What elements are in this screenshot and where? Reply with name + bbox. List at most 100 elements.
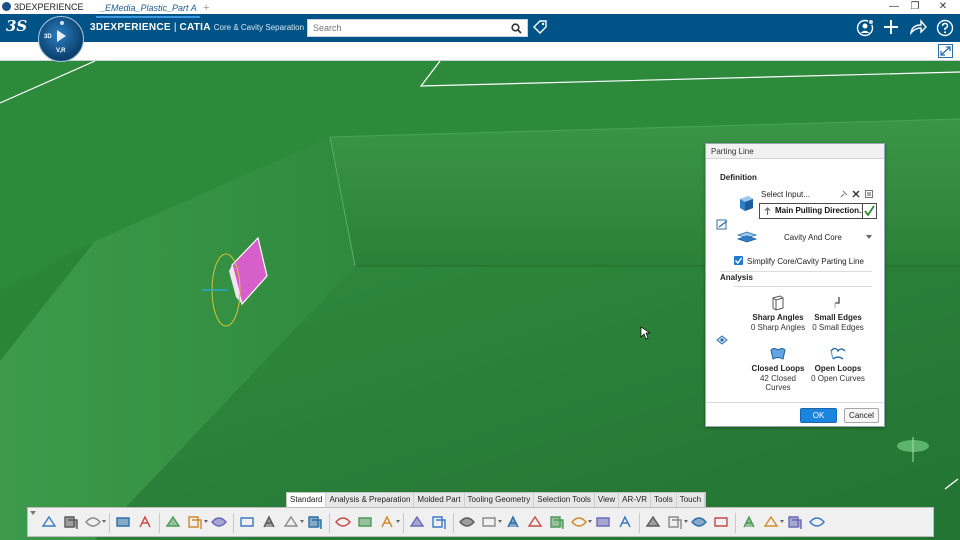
tag-icon[interactable] (532, 19, 548, 35)
input-cube-icon[interactable] (736, 193, 756, 213)
clear-icon[interactable] (852, 190, 860, 198)
open-loops-value: 0 Open Curves (811, 374, 865, 383)
tab-emedia-plastic-part[interactable]: _EMedia_Plastic_Part A (96, 0, 200, 18)
open-loops-title: Open Loops (814, 364, 862, 373)
search-icon[interactable] (511, 23, 522, 34)
search-box[interactable] (307, 19, 528, 37)
dropdown-caret-icon[interactable] (684, 520, 688, 523)
publish-icon[interactable] (786, 514, 804, 530)
cancel-button[interactable]: Cancel (844, 408, 879, 423)
tab-tooling-geometry[interactable]: Tooling Geometry (465, 493, 535, 507)
app-logo-icon (2, 2, 11, 11)
cut-icon[interactable] (40, 514, 58, 530)
chevron-down-icon[interactable] (866, 235, 872, 240)
surface-icon[interactable] (408, 514, 426, 530)
tag-icon[interactable] (712, 514, 730, 530)
pulling-direction-icon[interactable] (334, 514, 352, 530)
tab-tools[interactable]: Tools (651, 493, 677, 507)
shading-icon[interactable] (282, 514, 300, 530)
simplify-label[interactable]: Simplify Core/Cavity Parting Line (747, 257, 864, 266)
input-value: Main Pulling Direction.1 (775, 206, 866, 215)
update-icon[interactable] (136, 514, 154, 530)
join-icon[interactable] (526, 514, 544, 530)
dropdown-caret-icon[interactable] (498, 520, 502, 523)
copy-icon[interactable] (62, 514, 80, 530)
small-edges-item[interactable]: Small Edges 0 Small Edges (808, 294, 868, 332)
closed-loops-item[interactable]: Closed Loops 42 Closed Curves (748, 345, 808, 392)
split-icon[interactable] (480, 514, 498, 530)
help-icon[interactable] (936, 19, 954, 37)
expand-icon (940, 46, 951, 56)
undo-icon[interactable] (114, 514, 132, 530)
tab-standard[interactable]: Standard (287, 493, 327, 507)
maximize-button[interactable]: ❐ (903, 0, 927, 14)
list-icon[interactable] (865, 190, 873, 198)
sharp-angles-item[interactable]: Sharp Angles 0 Sharp Angles (748, 294, 808, 332)
document-tab-bar (0, 42, 960, 61)
extract-icon[interactable] (430, 514, 448, 530)
fillet-icon[interactable] (644, 514, 662, 530)
add-icon[interactable] (883, 19, 899, 35)
compass-widget[interactable]: 3D V,R (38, 16, 84, 62)
parting-line-icon[interactable] (356, 514, 374, 530)
pin-icon[interactable] (840, 190, 848, 198)
search-input[interactable] (308, 20, 508, 36)
maximize-view-button[interactable] (938, 44, 953, 58)
curvature-icon[interactable] (260, 514, 278, 530)
chevron-down-icon[interactable] (30, 511, 36, 516)
toolbar-divider (109, 513, 110, 533)
paste-icon[interactable] (84, 514, 102, 530)
small-edges-title: Small Edges (814, 313, 862, 322)
dropdown-caret-icon[interactable] (780, 520, 784, 523)
fill-icon[interactable] (458, 514, 476, 530)
simplify-checkbox[interactable] (734, 256, 743, 265)
checkmark-icon (734, 257, 743, 265)
dropdown-caret-icon[interactable] (204, 520, 208, 523)
draft-analysis-icon[interactable] (186, 514, 204, 530)
dropdown-caret-icon[interactable] (300, 520, 304, 523)
tab-view[interactable]: View (595, 493, 620, 507)
extrude-icon[interactable] (570, 514, 588, 530)
analysis-tool-icon[interactable] (715, 334, 729, 346)
dropdown-caret-icon[interactable] (396, 520, 400, 523)
closed-loop-icon (770, 348, 786, 360)
dimension-icon[interactable] (238, 514, 256, 530)
tab-ar-vr[interactable]: AR-VR (619, 493, 652, 507)
wall-thickness-icon[interactable] (210, 514, 228, 530)
grid-icon[interactable] (808, 514, 826, 530)
dropdown-caret-icon[interactable] (588, 520, 592, 523)
panel-title[interactable]: Parting Line (706, 144, 884, 159)
play-icon[interactable] (57, 30, 66, 42)
mode-select[interactable]: Cavity And Core (784, 233, 842, 242)
parting-tool-icon[interactable] (716, 218, 729, 231)
sharp-angles-title: Sharp Angles (752, 313, 804, 322)
tab-touch[interactable]: Touch (677, 493, 706, 507)
settings-icon[interactable] (740, 514, 758, 530)
tab-selection-tools[interactable]: Selection Tools (534, 493, 595, 507)
transform-icon[interactable] (690, 514, 708, 530)
capture-icon[interactable] (762, 514, 780, 530)
measure-icon[interactable] (164, 514, 182, 530)
blend-icon[interactable] (616, 514, 634, 530)
brand-name: 3DEXPERIENCE (90, 22, 171, 33)
pulling-direction-field[interactable]: Main Pulling Direction.1 (759, 203, 877, 219)
section-tab-bar: Standard Analysis & Preparation Molded Par… (286, 492, 707, 508)
dropdown-caret-icon[interactable] (102, 520, 106, 523)
color-icon[interactable] (306, 514, 324, 530)
share-icon[interactable] (909, 19, 927, 35)
user-icon[interactable] (856, 19, 874, 37)
close-button[interactable]: ✕ (931, 0, 955, 14)
box-icon[interactable] (666, 514, 684, 530)
open-loops-item[interactable]: Open Loops 0 Open Curves (808, 345, 868, 383)
dassault-logo[interactable]: 3S (6, 17, 27, 35)
trim-icon[interactable] (504, 514, 522, 530)
tab-analysis-preparation[interactable]: Analysis & Preparation (326, 493, 415, 507)
offset-icon[interactable] (548, 514, 566, 530)
curve-icon[interactable] (378, 514, 396, 530)
brand-separator: | (173, 22, 177, 33)
tab-molded-part[interactable]: Molded Part (414, 493, 465, 507)
confirm-check-button[interactable] (862, 203, 877, 219)
add-tab-button[interactable]: + (203, 2, 209, 14)
ok-button[interactable]: OK (800, 408, 837, 423)
sweep-icon[interactable] (594, 514, 612, 530)
